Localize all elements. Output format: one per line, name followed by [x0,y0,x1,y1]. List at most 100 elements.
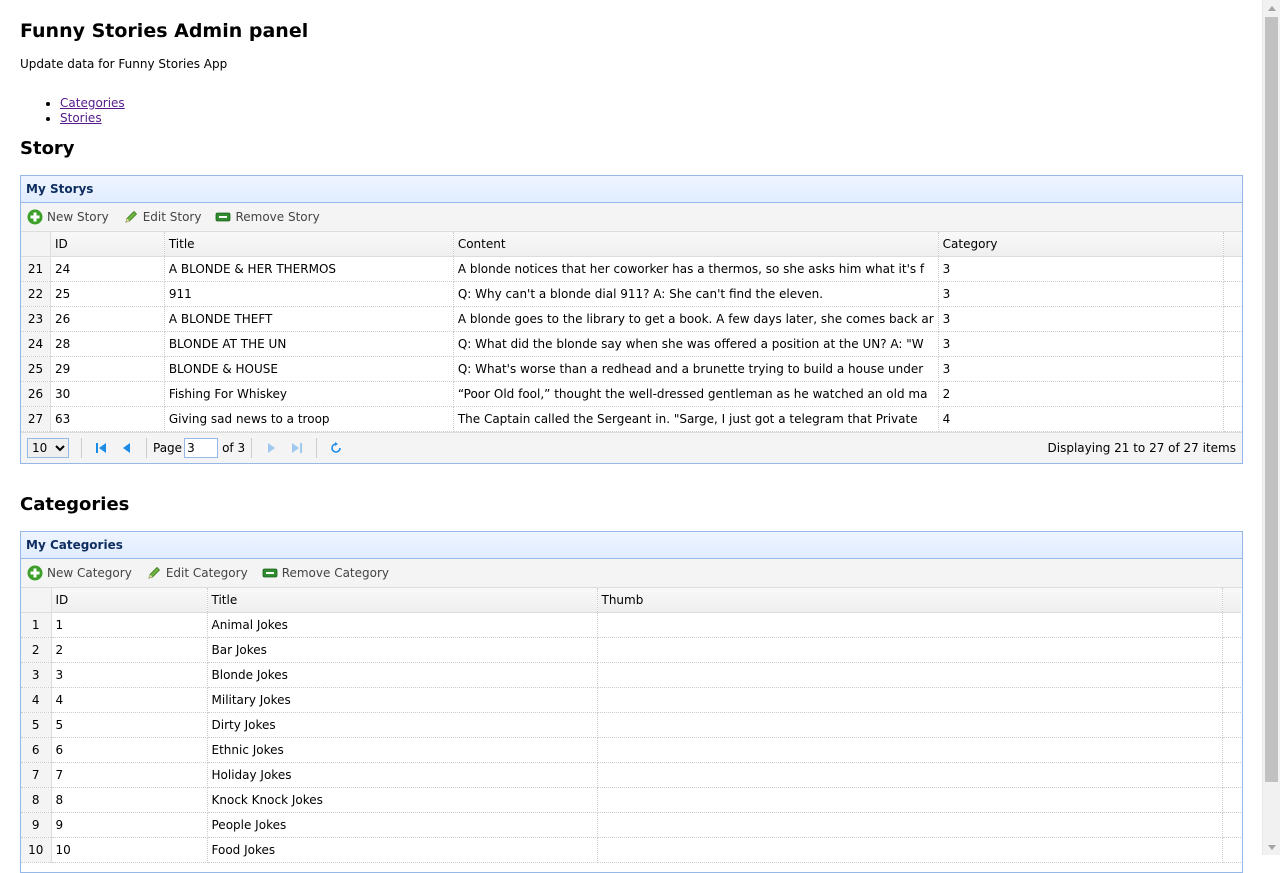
pager-separator [316,438,318,458]
id-cell: 30 [50,381,165,407]
row-filler [1222,837,1241,863]
table-row[interactable]: 6 6 Ethnic Jokes [21,737,1241,763]
scroll-thumb[interactable] [1265,17,1278,782]
thumb-cell [597,637,1223,663]
category-cell: 3 [938,281,1224,307]
thumb-cell [597,687,1223,713]
minus-icon [215,209,231,225]
category-cell: 3 [938,256,1224,282]
table-row[interactable]: 23 26 A BLONDE THEFT A blonde goes to the l… [21,306,1242,332]
title-cell: Bar Jokes [207,637,598,663]
content-cell: “Poor Old fool,” thought the well-dresse… [453,381,939,407]
header-filler [1223,232,1242,257]
edit-category-button[interactable]: Edit Category [146,565,248,581]
story-section-title: Story [20,138,75,159]
page-subtitle: Update data for Funny Stories App [20,57,228,71]
prev-page-button[interactable] [118,439,136,457]
column-header-title[interactable]: Title [164,232,454,257]
nav-link-stories[interactable]: Stories [60,111,102,125]
row-number-cell: 9 [21,812,52,838]
id-cell: 26 [50,306,165,332]
table-row[interactable]: 27 63 Giving sad news to a troop The Captai… [21,406,1242,432]
first-page-button[interactable] [92,439,110,457]
nav-link-categories[interactable]: Categories [60,96,125,110]
column-header-id[interactable]: ID [51,588,208,613]
row-number-cell: 22 [21,281,51,307]
remove-story-label: Remove Story [235,210,320,224]
new-story-button[interactable]: New Story [27,209,109,225]
row-number-cell: 26 [21,381,51,407]
pencil-icon [146,565,162,581]
title-cell: Blonde Jokes [207,662,598,688]
story-panel: My Storys New Story Edit Story Remove St… [20,175,1243,464]
row-number-cell: 7 [21,762,52,788]
table-row[interactable]: 2 2 Bar Jokes [21,637,1241,663]
row-number-cell: 24 [21,331,51,357]
row-number-cell: 3 [21,662,52,688]
story-pager: 10 Page of 3 Displaying 2 [21,432,1242,463]
category-cell: 3 [938,306,1224,332]
table-row[interactable]: 22 25 911 Q: Why can't a blonde dial 911? A… [21,281,1242,307]
column-header-thumb[interactable]: Thumb [597,588,1223,613]
column-header-title[interactable]: Title [207,588,598,613]
page-size-select[interactable]: 10 [27,438,69,458]
row-number-cell: 8 [21,787,52,813]
category-cell: 4 [938,406,1224,432]
table-row[interactable]: 1 1 Animal Jokes [21,612,1241,638]
row-filler [1223,331,1242,357]
new-category-label: New Category [47,566,132,580]
row-filler [1222,737,1241,763]
row-number-cell: 2 [21,637,52,663]
story-table: ID Title Content Category 21 24 A BLONDE &… [21,232,1242,432]
page-title: Funny Stories Admin panel [20,20,309,42]
id-cell: 8 [51,787,208,813]
row-filler [1223,281,1242,307]
rownumber-header [21,232,51,257]
row-number-cell: 10 [21,837,52,863]
minus-icon [262,565,278,581]
table-row[interactable]: 25 29 BLONDE & HOUSE Q: What's worse than a… [21,356,1242,382]
id-cell: 24 [50,256,165,282]
window-scrollbar[interactable] [1262,0,1280,855]
column-header-content[interactable]: Content [453,232,939,257]
scroll-up-arrow[interactable] [1263,0,1280,16]
last-page-button[interactable] [288,439,306,457]
table-row[interactable]: 21 24 A BLONDE & HER THERMOS A blonde notic… [21,256,1242,282]
table-row[interactable]: 8 8 Knock Knock Jokes [21,787,1241,813]
column-header-category[interactable]: Category [938,232,1224,257]
table-row[interactable]: 5 5 Dirty Jokes [21,712,1241,738]
category-cell: 2 [938,381,1224,407]
edit-story-button[interactable]: Edit Story [123,209,201,225]
thumb-cell [597,812,1223,838]
category-cell: 3 [938,356,1224,382]
plus-icon [27,209,43,225]
thumb-cell [597,662,1223,688]
table-row[interactable]: 24 28 BLONDE AT THE UN Q: What did the blon… [21,331,1242,357]
scroll-down-arrow[interactable] [1263,839,1280,855]
row-number-cell: 6 [21,737,52,763]
new-category-button[interactable]: New Category [27,565,132,581]
thumb-cell [597,787,1223,813]
refresh-button[interactable] [327,439,345,457]
table-row[interactable]: 7 7 Holiday Jokes [21,762,1241,788]
new-story-label: New Story [47,210,109,224]
page-number-input[interactable] [184,438,219,458]
thumb-cell [597,712,1223,738]
table-row[interactable]: 26 30 Fishing For Whiskey “Poor Old fool,” … [21,381,1242,407]
story-table-header: ID Title Content Category [21,232,1242,257]
content-cell: Q: What did the blonde say when she was … [453,331,939,357]
table-row[interactable]: 4 4 Military Jokes [21,687,1241,713]
pager-separator [146,438,147,458]
row-number-cell: 23 [21,306,51,332]
id-cell: 2 [51,637,208,663]
table-row[interactable]: 10 10 Food Jokes [21,837,1241,863]
id-cell: 63 [50,406,165,432]
remove-story-button[interactable]: Remove Story [215,209,320,225]
remove-category-button[interactable]: Remove Category [262,565,389,581]
nav-item-stories: Stories [60,111,125,126]
table-row[interactable]: 3 3 Blonde Jokes [21,662,1241,688]
next-page-button[interactable] [262,439,280,457]
id-cell: 5 [51,712,208,738]
column-header-id[interactable]: ID [50,232,165,257]
table-row[interactable]: 9 9 People Jokes [21,812,1241,838]
